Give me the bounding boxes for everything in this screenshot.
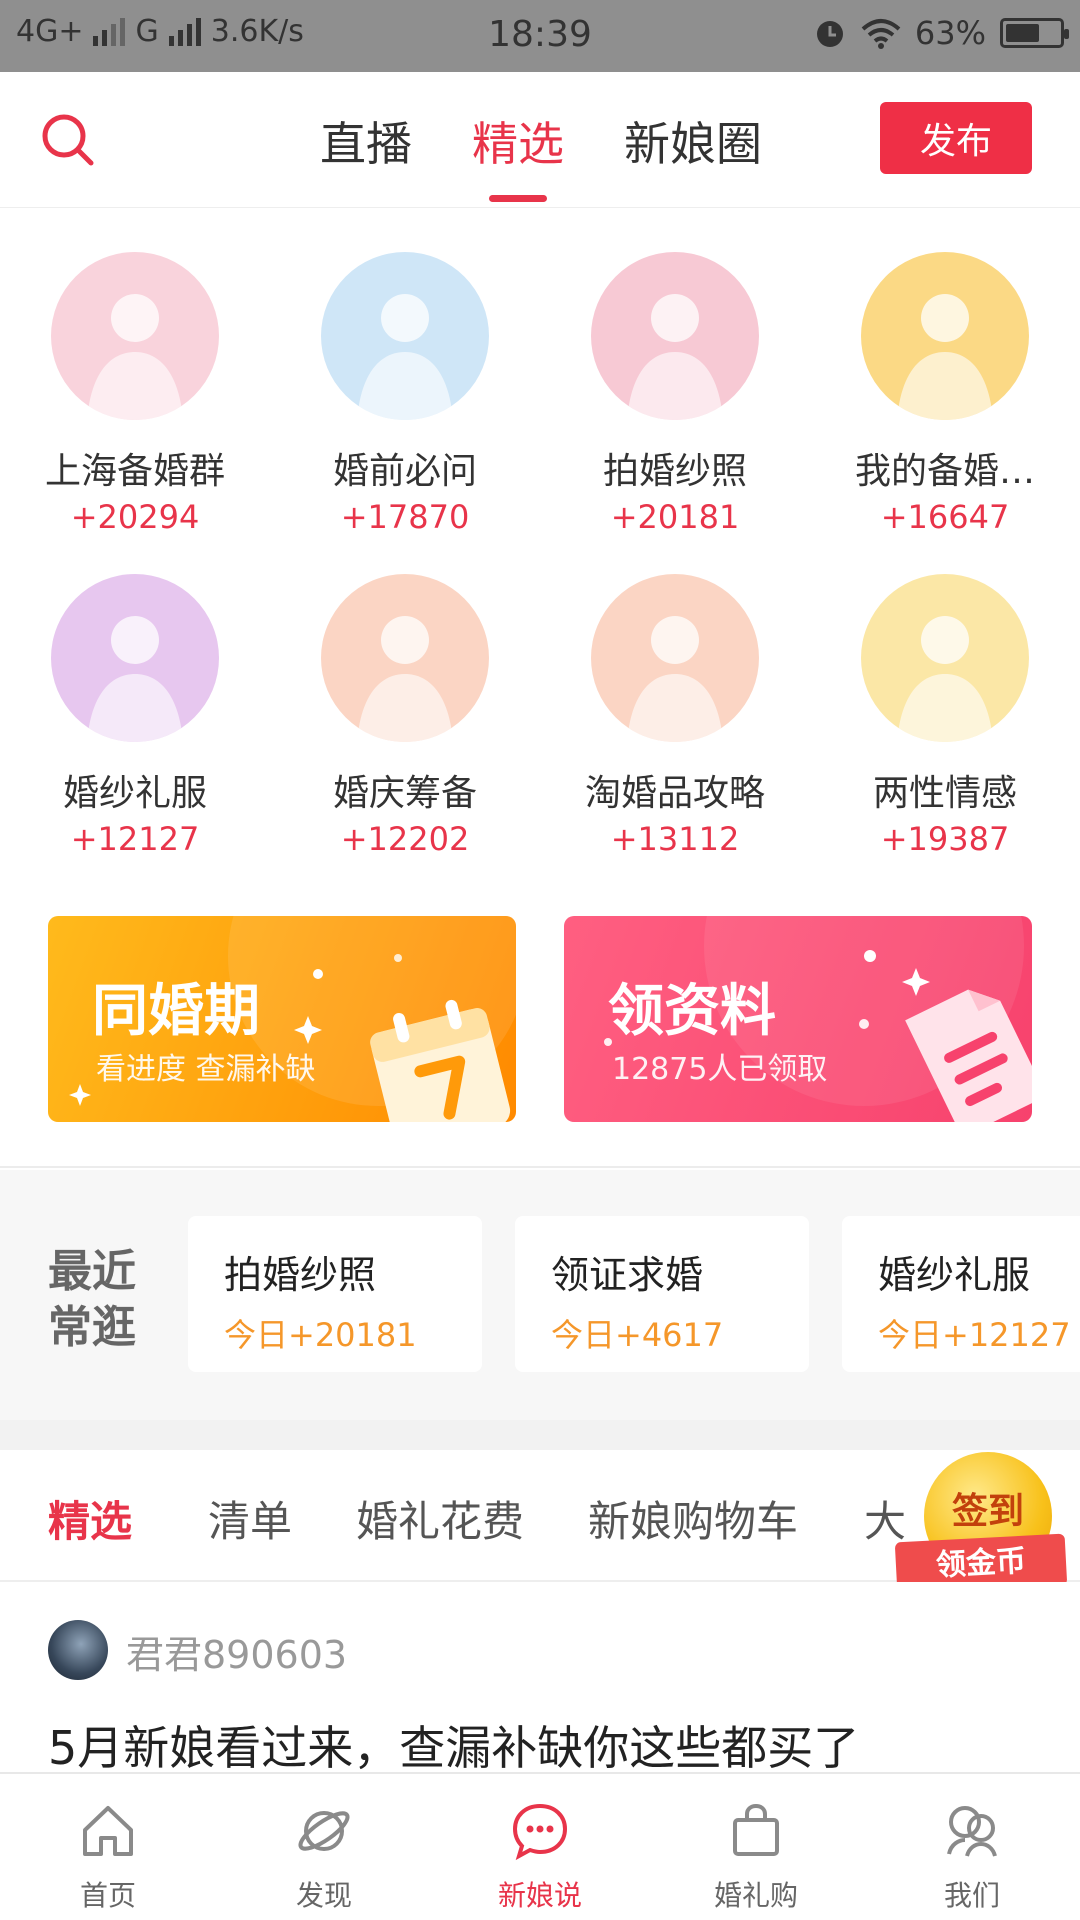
nav-label: 首页 bbox=[79, 1879, 136, 1912]
group-name: 我的备婚… bbox=[854, 451, 1035, 492]
group-item[interactable]: 两性情感 +19387 bbox=[810, 574, 1080, 858]
recent-card[interactable]: 领证求婚 今日+4617 bbox=[515, 1216, 809, 1372]
nav-label: 发现 bbox=[295, 1879, 352, 1912]
promo-subtitle: 看进度 查漏补缺 bbox=[96, 1052, 316, 1087]
group-count: +12202 bbox=[340, 820, 470, 858]
document-icon bbox=[905, 989, 1032, 1122]
nav-wedding-shop[interactable]: 婚礼购 bbox=[648, 1774, 864, 1920]
alarm-icon bbox=[816, 21, 843, 47]
tab-featured[interactable]: 精选 bbox=[472, 108, 564, 202]
promo-title: 同婚期 bbox=[92, 979, 260, 1044]
shopping-bag-icon bbox=[733, 1803, 779, 1856]
post-username[interactable]: 君君890603 bbox=[126, 1624, 347, 1679]
section-gap bbox=[0, 1420, 1080, 1450]
storybook-gift-icon bbox=[51, 252, 219, 420]
post-title[interactable]: 5月新娘看过来，查漏补缺你这些都买了 bbox=[48, 1712, 859, 1778]
promo-subtitle: 12875人已领取 bbox=[612, 1052, 828, 1087]
post-card[interactable]: 君君890603 5月新娘看过来，查漏补缺你这些都买了 bbox=[0, 1582, 1080, 1775]
status-bar: 4G+ G 3.6K/s 18:39 63% bbox=[0, 0, 1080, 72]
group-item[interactable]: 上海备婚群 +20294 bbox=[0, 252, 270, 536]
recent-card-title: 拍婚纱照 bbox=[224, 1253, 377, 1297]
wedding-goods-icon bbox=[591, 574, 759, 742]
top-tabs: 直播 精选 新娘圈 bbox=[320, 108, 762, 202]
home-icon bbox=[83, 1806, 133, 1856]
group-name: 拍婚纱照 bbox=[602, 451, 747, 492]
planet-icon bbox=[298, 1811, 350, 1851]
battery-icon bbox=[1000, 18, 1069, 48]
status-right: 63% bbox=[813, 14, 1069, 52]
subtab-bride-cart[interactable]: 新娘购物车 bbox=[588, 1488, 798, 1549]
group-item[interactable]: 我的备婚… +16647 bbox=[810, 252, 1080, 536]
group-name: 上海备婚群 bbox=[44, 451, 225, 492]
group-count: +13112 bbox=[610, 820, 740, 858]
nav-discover[interactable]: 发现 bbox=[216, 1774, 432, 1920]
recent-card-today: 今日+4617 bbox=[551, 1316, 724, 1354]
calendar-icon bbox=[370, 999, 511, 1122]
recent-card[interactable]: 拍婚纱照 今日+20181 bbox=[188, 1216, 482, 1372]
woman-portrait-icon bbox=[321, 252, 489, 420]
tab-live[interactable]: 直播 bbox=[320, 108, 412, 188]
same-wedding-date-banner[interactable]: 同婚期 看进度 查漏补缺 bbox=[48, 916, 516, 1122]
get-materials-banner[interactable]: 领资料 12875人已领取 bbox=[564, 916, 1032, 1122]
recent-card-title: 婚纱礼服 bbox=[878, 1253, 1031, 1297]
group-count: +20181 bbox=[610, 498, 740, 536]
group-name: 两性情感 bbox=[872, 773, 1017, 814]
nav-bride-talk[interactable]: 新娘说 bbox=[432, 1774, 648, 1920]
bottom-nav: 首页 发现 新娘说 婚礼购 我们 bbox=[0, 1772, 1080, 1920]
subtab-wedding-cost[interactable]: 婚礼花费 bbox=[356, 1488, 524, 1549]
battery-percent: 63% bbox=[914, 14, 986, 52]
nav-home[interactable]: 首页 bbox=[0, 1774, 216, 1920]
publish-button[interactable]: 发布 bbox=[880, 102, 1032, 174]
red-gift-box-icon bbox=[321, 574, 489, 742]
group-count: +17870 bbox=[340, 498, 470, 536]
nav-us[interactable]: 我们 bbox=[864, 1774, 1080, 1920]
group-name: 婚前必问 bbox=[332, 451, 477, 492]
label-line-1: 最近 bbox=[48, 1246, 136, 1297]
group-item[interactable]: 拍婚纱照 +20181 bbox=[540, 252, 810, 536]
subtab-featured[interactable]: 精选 bbox=[48, 1488, 132, 1549]
group-item[interactable]: 淘婚品攻略 +13112 bbox=[540, 574, 810, 858]
section-divider bbox=[0, 1166, 1080, 1168]
group-count: +12127 bbox=[70, 820, 200, 858]
group-count: +20294 bbox=[70, 498, 200, 536]
top-header: 直播 精选 新娘圈 发布 bbox=[0, 72, 1080, 208]
promo-title: 领资料 bbox=[608, 979, 776, 1044]
search-icon[interactable] bbox=[40, 112, 96, 168]
group-grid: 上海备婚群 +20294 婚前必问 +17870 拍婚纱照 +20181 我的备婚… +166… bbox=[0, 252, 1080, 858]
group-item[interactable]: 婚庆筹备 +12202 bbox=[270, 574, 540, 858]
checkin-label: 签到 bbox=[951, 1491, 1024, 1532]
recently-visited-label: 最近 常逛 bbox=[48, 1244, 148, 1356]
recently-visited-section: 最近 常逛 拍婚纱照 今日+20181 领证求婚 今日+4617 婚纱礼服 今日… bbox=[0, 1170, 1080, 1420]
wedding-card-icon bbox=[861, 252, 1029, 420]
recent-card-today: 今日+20181 bbox=[224, 1316, 417, 1354]
recent-card-today: 今日+12127 bbox=[878, 1316, 1071, 1354]
group-count: +16647 bbox=[880, 498, 1010, 536]
wifi-icon bbox=[861, 19, 901, 49]
promo-banners: 同婚期 看进度 查漏补缺 领资料 12875人已领取 bbox=[48, 916, 1032, 1122]
subtab-checklist[interactable]: 清单 bbox=[208, 1488, 292, 1549]
group-name: 婚纱礼服 bbox=[62, 773, 207, 814]
couple-emotion-icon bbox=[861, 574, 1029, 742]
recent-card-title: 领证求婚 bbox=[551, 1253, 704, 1297]
bride-dress-icon bbox=[51, 574, 219, 742]
chat-bubble-icon bbox=[512, 1803, 568, 1861]
label-line-2: 常逛 bbox=[48, 1302, 136, 1353]
avatar[interactable] bbox=[48, 1620, 108, 1680]
nav-label: 婚礼购 bbox=[713, 1879, 798, 1912]
tab-bride-circle[interactable]: 新娘圈 bbox=[624, 108, 762, 188]
group-count: +19387 bbox=[880, 820, 1010, 858]
group-name: 婚庆筹备 bbox=[332, 773, 477, 814]
nav-label: 新娘说 bbox=[497, 1879, 582, 1912]
people-icon bbox=[947, 1806, 997, 1857]
couple-photo-icon bbox=[591, 252, 759, 420]
group-name: 淘婚品攻略 bbox=[584, 773, 765, 814]
nav-label: 我们 bbox=[943, 1879, 1000, 1912]
group-item[interactable]: 婚纱礼服 +12127 bbox=[0, 574, 270, 858]
group-item[interactable]: 婚前必问 +17870 bbox=[270, 252, 540, 536]
recent-card[interactable]: 婚纱礼服 今日+12127 bbox=[842, 1216, 1080, 1372]
